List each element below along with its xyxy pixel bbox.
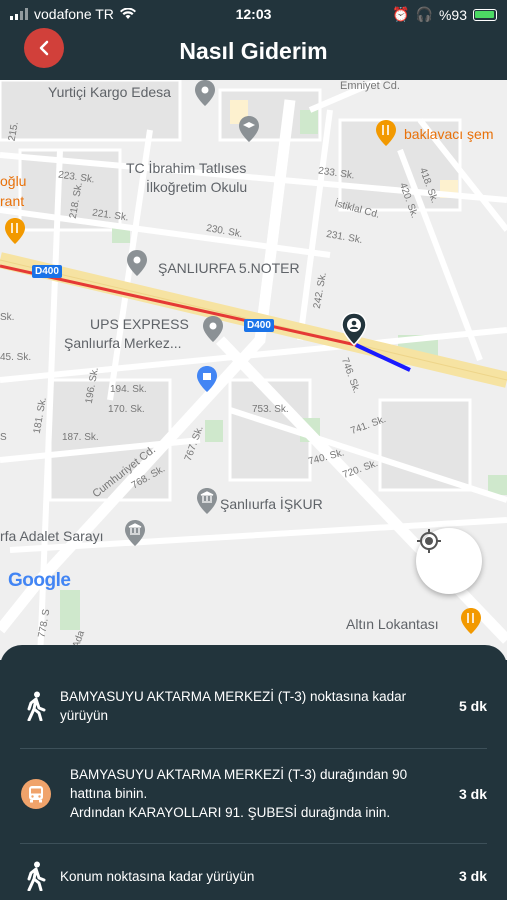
place-ups-line1: UPS EXPRESS <box>90 316 189 332</box>
status-bar: vodafone TR 12:03 ⏰ 🎧 %93 <box>0 0 507 28</box>
government-pin-icon[interactable] <box>196 488 218 514</box>
google-logo-text: Google <box>8 570 71 591</box>
step-duration: 3 dk <box>458 785 487 802</box>
status-right: ⏰ 🎧 %93 <box>392 6 497 23</box>
place-pin-icon[interactable] <box>202 316 224 342</box>
street-label: 194. Sk. <box>110 384 147 395</box>
food-pin-icon[interactable] <box>375 120 397 146</box>
battery-label: %93 <box>438 6 467 23</box>
divider <box>20 843 487 844</box>
walk-icon <box>20 691 52 721</box>
place-altin: Altın Lokantası <box>346 616 439 632</box>
food-pin-icon[interactable] <box>4 218 26 244</box>
google-logo: Google <box>8 570 71 592</box>
road-shield-d400: D400 <box>244 319 274 332</box>
divider <box>20 748 487 749</box>
road-shield-d400: D400 <box>32 265 62 278</box>
header: Nasıl Giderim <box>0 28 507 80</box>
crosshair-icon <box>417 529 441 553</box>
step-text: Konum noktasına kadar yürüyün <box>60 868 255 884</box>
street-emniyet: Emniyet Cd. <box>340 80 400 92</box>
step-text: BAMYASUYU AKTARMA MERKEZİ (T-3) noktasın… <box>60 689 407 723</box>
step-text-line1: BAMYASUYU AKTARMA MERKEZİ (T-3) durağınd… <box>70 767 408 801</box>
step-walk-2[interactable]: Konum noktasına kadar yürüyün 3 dk <box>20 861 487 891</box>
street-label: 170. Sk. <box>108 404 145 415</box>
place-pin-icon[interactable] <box>126 250 148 276</box>
place-baklavaci: baklavacı şem <box>404 126 494 142</box>
place-pin-icon[interactable] <box>194 80 216 106</box>
place-school-line2: İlkoğretim Okulu <box>146 179 248 195</box>
step-duration: 3 dk <box>458 868 487 884</box>
street-label: 753. Sk. <box>252 404 289 415</box>
place-noter: ŞANLIURFA 5.NOTER <box>158 260 300 276</box>
food-pin-icon[interactable] <box>460 608 482 634</box>
place-school-line1: TC İbrahim Tatlıses <box>126 160 247 176</box>
alarm-icon: ⏰ <box>392 6 410 22</box>
map-view[interactable]: Yurtiçi Kargo Edesa Emniyet Cd. baklavac… <box>0 80 507 660</box>
street-label: 45. Sk. <box>0 352 32 363</box>
step-bus[interactable]: BAMYASUYU AKTARMA MERKEZİ (T-3) durağınd… <box>20 765 487 822</box>
battery-icon <box>473 8 497 21</box>
bus-icon-wrapper <box>20 778 52 809</box>
place-iskur: Şanlıurfa İŞKUR <box>220 496 323 512</box>
step-text-line2: Ardından KARAYOLLARI 91. ŞUBESİ durağınd… <box>70 805 391 820</box>
street-label: S <box>0 432 7 443</box>
step-duration: 5 dk <box>458 698 487 714</box>
government-pin-icon[interactable] <box>124 520 146 546</box>
place-ups-line2: Şanlıurfa Merkez... <box>64 335 182 351</box>
place-rant: rant <box>0 193 25 209</box>
place-adalet: rfa Adalet Sarayı <box>0 528 104 544</box>
locate-me-button[interactable] <box>416 528 482 594</box>
street-label: 187. Sk. <box>62 432 99 443</box>
street-label: Sk. <box>0 312 15 323</box>
directions-sheet: BAMYASUYU AKTARMA MERKEZİ (T-3) noktasın… <box>0 645 507 900</box>
place-yurtici: Yurtiçi Kargo Edesa <box>48 84 171 100</box>
page-title: Nasıl Giderim <box>179 38 328 64</box>
walk-icon <box>20 861 52 891</box>
step-walk-1[interactable]: BAMYASUYU AKTARMA MERKEZİ (T-3) noktasın… <box>20 687 487 725</box>
step-text-block: BAMYASUYU AKTARMA MERKEZİ (T-3) durağınd… <box>52 765 447 822</box>
shopping-pin-icon[interactable] <box>196 366 218 392</box>
place-oglu: oğlu <box>0 173 27 189</box>
bus-icon <box>21 778 51 809</box>
school-pin-icon[interactable] <box>238 116 260 142</box>
headphones-icon: 🎧 <box>415 6 433 22</box>
user-location-pin-icon[interactable] <box>340 312 368 346</box>
